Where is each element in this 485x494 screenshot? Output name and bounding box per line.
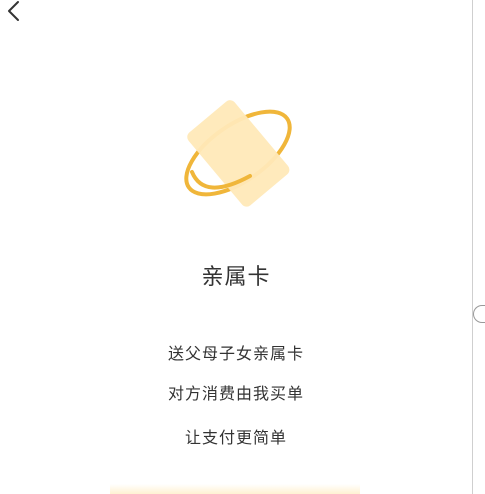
- page-title: 亲属卡: [201, 265, 271, 290]
- resize-handle[interactable]: [473, 305, 485, 323]
- family-card-screen: 亲属卡 送父母子女亲属卡 对方消费由我买单 让支付更简单: [0, 0, 472, 494]
- description-line: 送父母子女亲属卡: [167, 344, 304, 363]
- description-line: 对方消费由我买单: [167, 384, 304, 403]
- chevron-left-icon: [8, 1, 19, 21]
- description-line: 让支付更简单: [184, 428, 287, 447]
- back-button[interactable]: [2, 0, 26, 24]
- action-button-edge: [110, 484, 360, 494]
- side-panel: [473, 0, 485, 494]
- card-orbit-icon: [184, 100, 292, 207]
